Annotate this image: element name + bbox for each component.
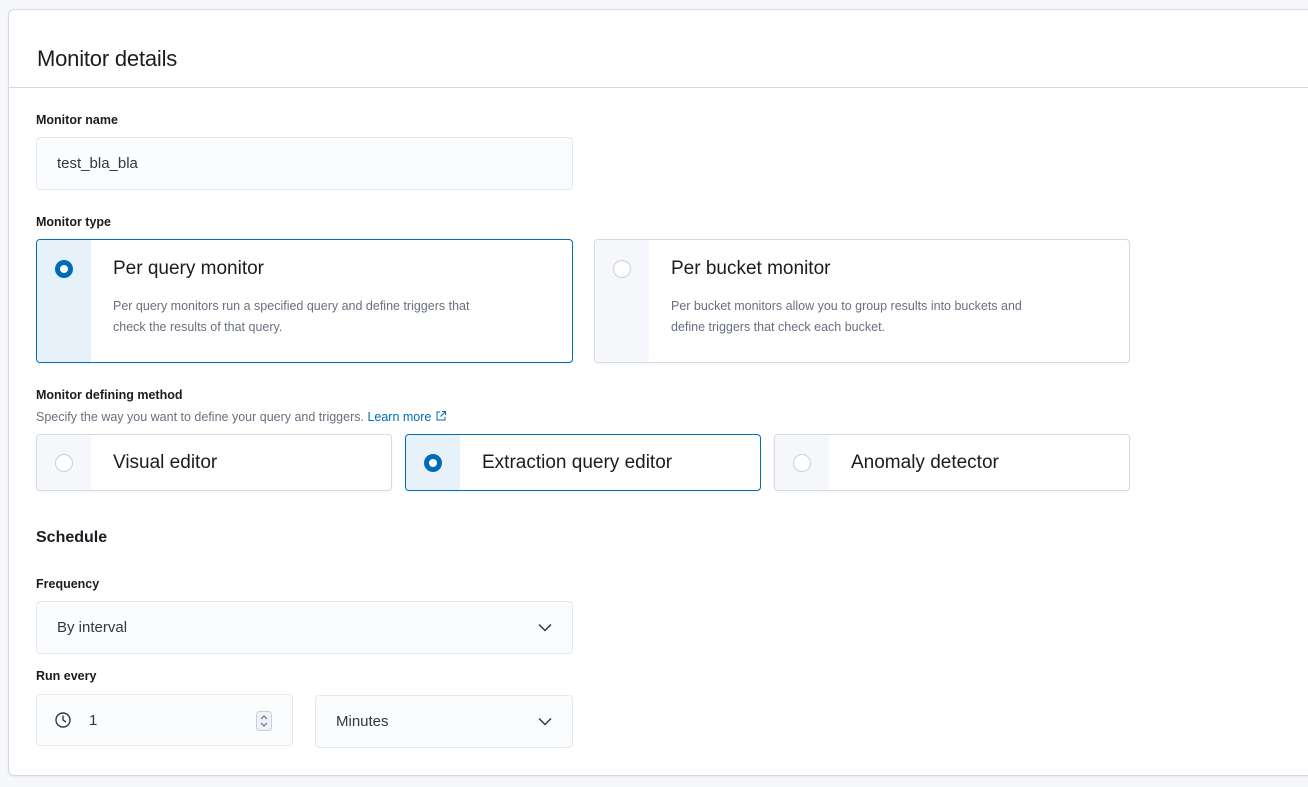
per-query-desc-line2: check the results of that query.: [113, 320, 283, 334]
panel-header: Monitor details: [9, 10, 1308, 88]
per-bucket-radio[interactable]: [613, 260, 631, 278]
per-bucket-monitor-card[interactable]: Per bucket monitor Per bucket monitors a…: [594, 239, 1130, 363]
monitor-type-label: Monitor type: [36, 215, 111, 229]
visual-editor-card[interactable]: Visual editor: [36, 434, 392, 491]
extraction-query-radio[interactable]: [424, 454, 442, 472]
anomaly-detector-card[interactable]: Anomaly detector: [774, 434, 1130, 491]
learn-more-link[interactable]: Learn more: [367, 410, 447, 424]
extraction-query-editor-card[interactable]: Extraction query editor: [405, 434, 761, 491]
anomaly-detector-radio[interactable]: [793, 454, 811, 472]
per-bucket-description: Per bucket monitors allow you to group r…: [671, 296, 1022, 338]
per-bucket-desc-line1: Per bucket monitors allow you to group r…: [671, 299, 1022, 313]
per-bucket-title: Per bucket monitor: [671, 258, 831, 279]
monitor-details-panel: Monitor details: [8, 9, 1308, 776]
per-query-monitor-card[interactable]: Per query monitor Per query monitors run…: [36, 239, 573, 363]
frequency-select[interactable]: By interval: [36, 601, 573, 654]
visual-editor-radio[interactable]: [55, 454, 73, 472]
monitor-name-label: Monitor name: [36, 113, 118, 127]
unit-value: Minutes: [336, 713, 389, 730]
defining-method-help: Specify the way you want to define your …: [36, 410, 447, 424]
learn-more-label: Learn more: [367, 410, 432, 424]
defining-method-label: Monitor defining method: [36, 388, 183, 402]
per-query-radio[interactable]: [55, 260, 73, 278]
external-link-icon: [436, 411, 447, 421]
interval-number-input[interactable]: 1: [36, 694, 293, 746]
extraction-query-label: Extraction query editor: [482, 452, 673, 473]
run-every-label: Run every: [36, 669, 97, 683]
interval-unit-select[interactable]: Minutes: [315, 695, 573, 748]
defining-method-help-text: Specify the way you want to define your …: [36, 410, 364, 424]
monitor-name-value: test_bla_bla: [57, 155, 138, 172]
clock-icon: [55, 712, 71, 728]
per-query-description: Per query monitors run a specified query…: [113, 296, 469, 338]
stepper-icon[interactable]: [256, 711, 272, 731]
anomaly-detector-label: Anomaly detector: [851, 452, 999, 473]
chevron-down-icon: [538, 717, 552, 726]
per-query-title: Per query monitor: [113, 258, 265, 279]
schedule-title: Schedule: [36, 529, 108, 546]
frequency-value: By interval: [57, 619, 128, 636]
panel-title: Monitor details: [37, 46, 178, 71]
frequency-label: Frequency: [36, 577, 100, 591]
card-rail: [37, 240, 91, 362]
visual-editor-label: Visual editor: [113, 452, 218, 473]
chevron-down-icon: [538, 623, 552, 632]
per-query-desc-line1: Per query monitors run a specified query…: [113, 299, 470, 313]
monitor-name-input[interactable]: test_bla_bla: [36, 137, 573, 190]
card-rail: [595, 240, 649, 362]
interval-value: 1: [89, 711, 98, 729]
per-bucket-desc-line2: define triggers that check each bucket.: [671, 320, 886, 334]
